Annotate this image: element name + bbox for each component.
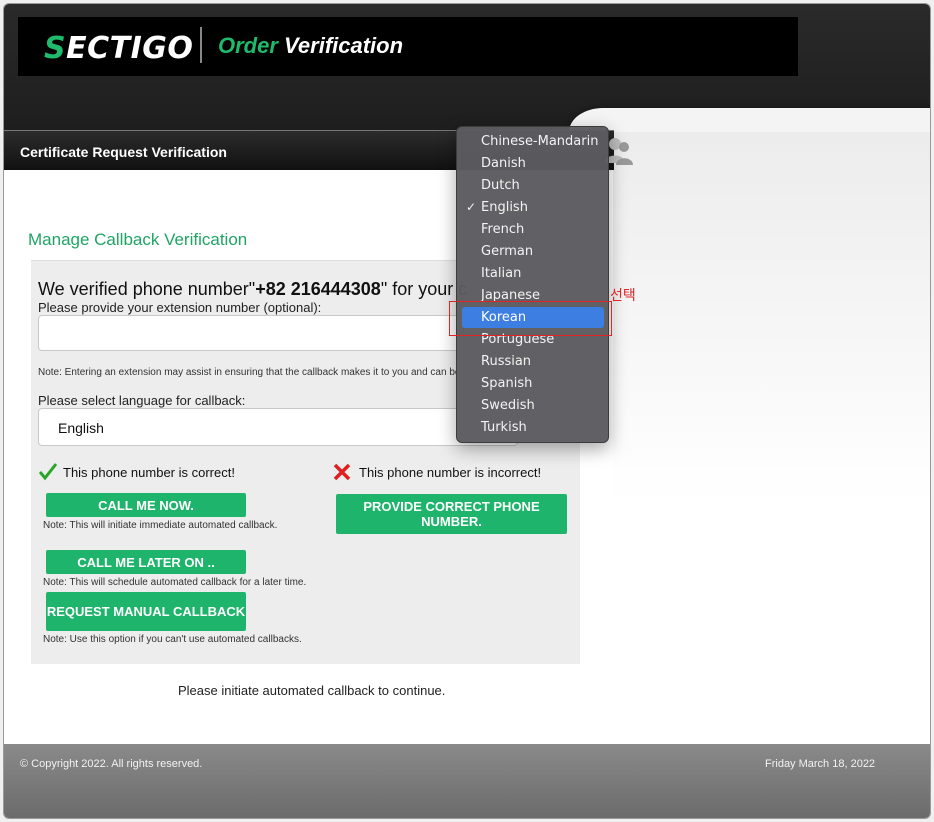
dropdown-option-swedish[interactable]: Swedish [462,395,604,416]
language-dropdown-menu[interactable]: Chinese-Mandarin Danish Dutch ✓ English Frenc… [456,126,609,443]
footer: © Copyright 2022. All rights reserved. F… [4,744,930,818]
annotation-label: 선택 [610,288,636,304]
continue-message: Please initiate automated callback to co… [178,683,446,698]
language-selected-value: English [58,420,104,436]
extension-note: Note: Entering an extension may assist i… [38,367,458,378]
manual-callback-note: Note: Use this option if you can't use a… [43,634,302,645]
copyright: © Copyright 2022. All rights reserved. [20,758,203,770]
dropdown-option-spanish[interactable]: Spanish [462,373,604,394]
call-me-now-button[interactable]: CALL ME NOW. [46,493,246,517]
call-now-note: Note: This will initiate immediate autom… [43,520,278,531]
app-title: Order Verification [218,33,404,58]
dropdown-option-italian[interactable]: Italian [462,263,604,284]
logo-bar: SECTIGO Order Verification [18,17,798,76]
users-icon [605,138,633,165]
call-me-later-button[interactable]: CALL ME LATER ON .. [46,550,246,574]
correct-label: This phone number is correct! [63,464,235,480]
red-x-icon [333,463,351,481]
language-label: Please select language for callback: [38,393,246,408]
sectigo-logo: SECTIGO [44,31,194,66]
dropdown-option-german[interactable]: German [462,241,604,262]
incorrect-label: This phone number is incorrect! [359,464,542,480]
section-title: Manage Callback Verification [28,230,248,249]
dropdown-option-french[interactable]: French [462,219,604,240]
request-manual-callback-button[interactable]: REQUEST MANUAL CALLBACK [46,592,246,631]
language-select[interactable]: English [38,408,518,446]
dropdown-option-turkish[interactable]: Turkish [462,417,604,438]
footer-date: Friday March 18, 2022 [765,758,876,770]
dropdown-option-dutch[interactable]: Dutch [462,175,604,196]
incorrect-row: This phone number is incorrect! [333,463,541,481]
dropdown-option-chinese-mandarin[interactable]: Chinese-Mandarin [462,131,604,152]
page-title: Certificate Request Verification [20,144,227,160]
extension-input[interactable] [38,315,518,351]
dropdown-option-english[interactable]: ✓ English [462,197,604,218]
dropdown-option-label: English [481,200,528,215]
verified-phone-text: We verified phone number"+82 216444308" … [38,279,468,299]
call-later-note: Note: This will schedule automated callb… [43,577,307,588]
checkmark-icon: ✓ [466,200,477,214]
phone-number: +82 216444308 [255,279,381,299]
extension-label: Please provide your extension number (op… [38,300,322,315]
logo-divider [200,27,202,63]
correct-row: This phone number is correct! [39,463,235,481]
provide-correct-phone-button[interactable]: PROVIDE CORRECT PHONE NUMBER. [336,494,567,534]
green-check-icon [39,463,57,481]
dropdown-option-russian[interactable]: Russian [462,351,604,372]
annotation-highlight-box [449,301,612,336]
dropdown-option-danish[interactable]: Danish [462,153,604,174]
right-panel [613,132,930,502]
